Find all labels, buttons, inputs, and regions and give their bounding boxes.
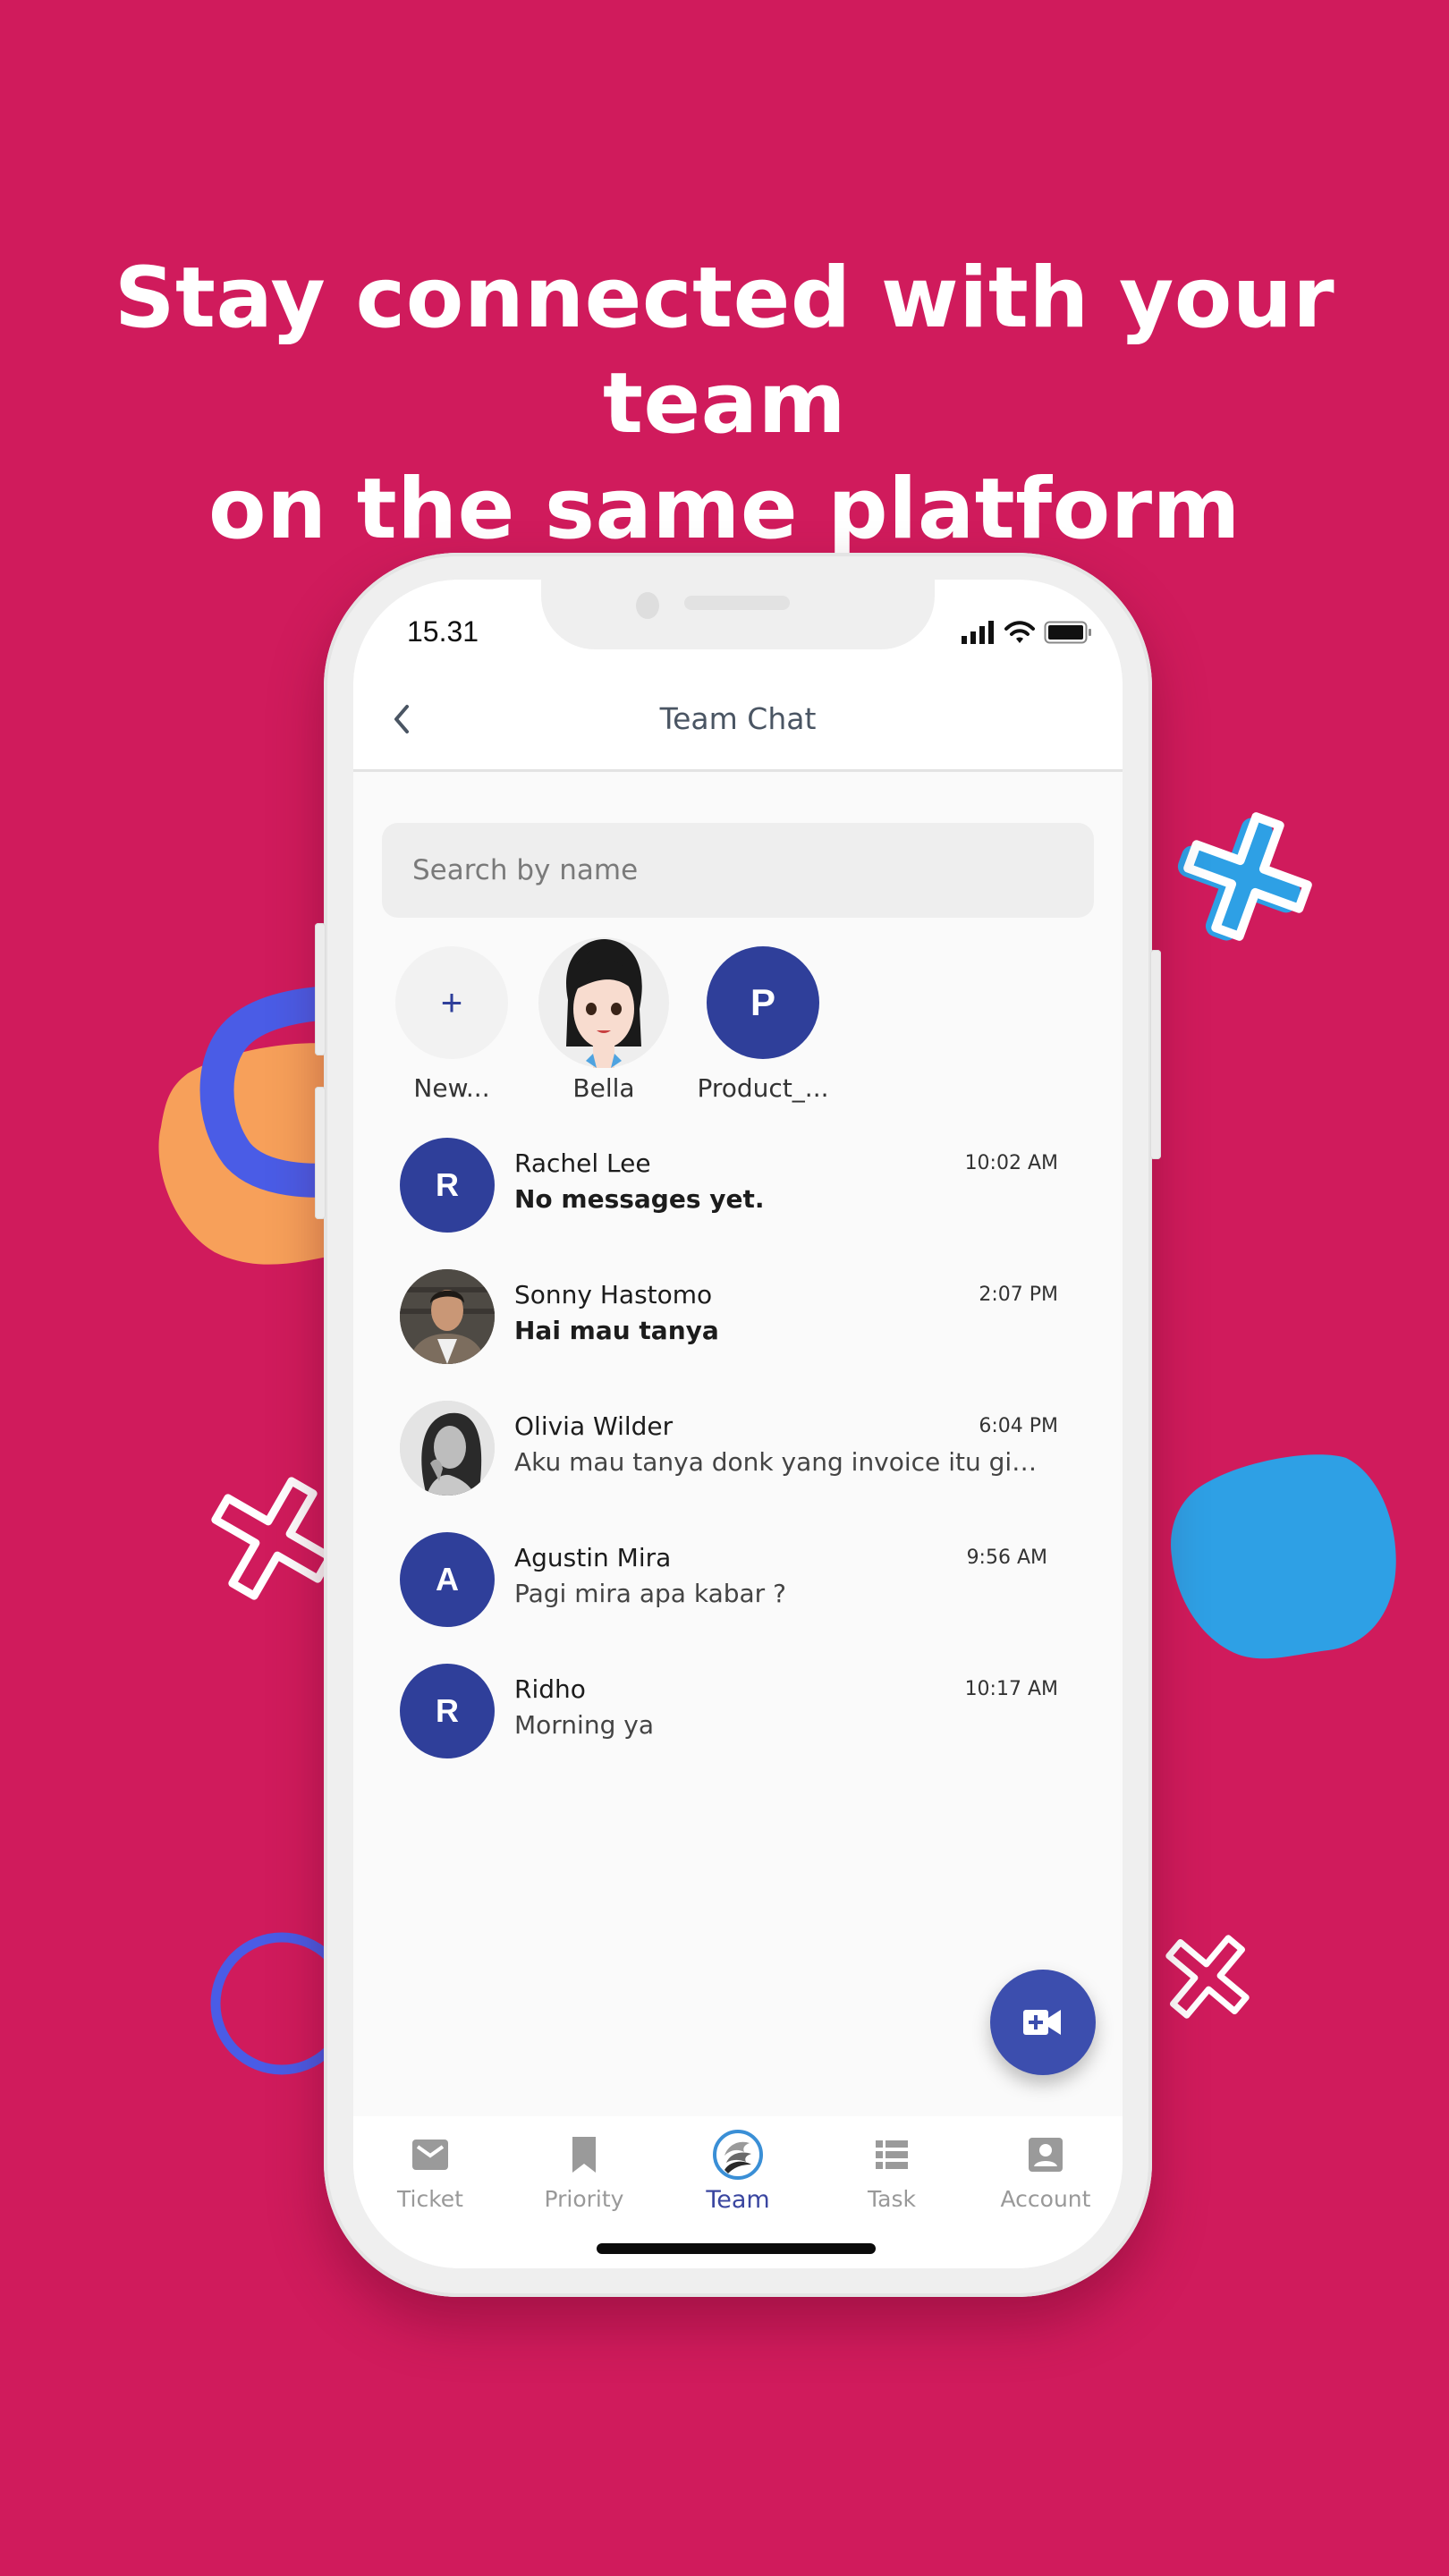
blue-plus-decoration [1177,812,1312,941]
avatar [400,1401,495,1496]
chat-preview: Pagi mira apa kabar ? [514,1579,786,1608]
chat-item[interactable]: A Agustin Mira Pagi mira apa kabar ? 9:5… [353,1521,1123,1653]
chat-name: Sonny Hastomo [514,1280,713,1309]
bookmark-icon [572,2137,596,2173]
chat-preview: Hai mau tanya [514,1316,719,1345]
chat-name: Agustin Mira [514,1543,672,1572]
search-input[interactable] [382,823,1094,918]
story-label: Product_... [697,1073,829,1103]
story-product[interactable]: P Product_... [691,946,835,1103]
list-icon [876,2140,908,2169]
chat-name: Olivia Wilder [514,1411,674,1441]
nav-item-ticket[interactable]: Ticket [353,2129,507,2212]
nav-label: Account [1000,2186,1091,2212]
earpiece-speaker [684,596,790,610]
chat-item[interactable]: R Ridho Morning ya 10:17 AM [353,1653,1123,1784]
new-video-call-button[interactable] [990,1970,1096,2075]
back-button[interactable] [391,696,427,741]
nav-label: Task [868,2186,916,2212]
story-label: Bella [572,1073,635,1103]
chat-item[interactable]: Olivia Wilder Aku mau tanya donk yang in… [353,1390,1123,1521]
chat-name: Ridho [514,1674,586,1704]
add-story-button[interactable]: + [395,946,508,1059]
chat-preview: Aku mau tanya donk yang invoice itu gima… [514,1447,1060,1477]
white-cross-right-decoration [1165,1935,1250,2019]
front-camera [636,592,659,619]
chevron-left-icon [394,705,409,733]
home-indicator [597,2243,876,2254]
chat-time: 10:17 AM [964,1678,1058,1700]
battery-icon [1044,621,1091,644]
woman-photo-avatar-icon [400,1401,495,1496]
phone-power-button [1150,950,1161,1159]
chat-item[interactable]: R Rachel Lee No messages yet. 10:02 AM [353,1127,1123,1258]
nav-item-account[interactable]: Account [969,2129,1123,2212]
phone-screen: 15.31 Team Chat Search by name + New... … [353,580,1123,2268]
avatar: R [400,1664,495,1758]
chat-time: 10:02 AM [964,1152,1058,1174]
phone-notch [541,580,935,649]
avatar: R [400,1138,495,1233]
nav-label: Ticket [397,2186,463,2212]
nav-label: Team [706,2186,770,2214]
man-photo-avatar-icon [400,1269,495,1364]
status-icons [962,621,1092,644]
account-box-icon [1029,2138,1063,2172]
chat-time: 2:07 PM [979,1284,1058,1306]
plus-icon: + [440,981,463,1023]
nav-label: Priority [544,2186,624,2212]
avatar: A [400,1532,495,1627]
status-time: 15.31 [407,615,479,648]
chat-list: R Rachel Lee No messages yet. 10:02 AM S… [353,1127,1123,1784]
marketing-headline: Stay connected with your team on the sam… [0,246,1449,563]
chat-name: Rachel Lee [514,1148,651,1178]
avatar: P [707,946,819,1059]
signal-icon [962,621,994,644]
avatar-initial: A [436,1561,459,1597]
wifi-icon [1004,621,1035,643]
cartoon-girl-avatar-icon [566,939,642,1068]
nav-item-task[interactable]: Task [815,2129,969,2212]
chat-preview: No messages yet. [514,1184,765,1214]
headline-line-1: Stay connected with your team [114,250,1335,453]
chat-preview: Morning ya [514,1710,654,1740]
chat-item[interactable]: Sonny Hastomo Hai mau tanya 2:07 PM [353,1258,1123,1390]
avatar [538,937,669,1068]
avatar [400,1269,495,1364]
nav-item-team[interactable]: Team [661,2129,815,2214]
page-title: Team Chat [659,701,817,736]
phone-volume-up-button [315,923,326,1055]
blue-blob-decoration [1171,1454,1396,1659]
app-bar: Team Chat [353,669,1123,772]
story-bella[interactable]: Bella [532,937,675,1103]
dolphin-logo-icon [713,2130,763,2180]
mail-icon [412,2140,448,2170]
story-new[interactable]: + New... [380,946,523,1103]
video-call-add-icon [1023,2010,1061,2035]
headline-line-2: on the same platform [208,461,1241,558]
phone-volume-down-button [315,1087,326,1219]
story-label: New... [413,1073,490,1103]
chat-time: 9:56 AM [966,1546,1047,1569]
avatar-initial: R [436,1692,459,1729]
avatar-initial: P [750,981,775,1023]
chat-time: 6:04 PM [979,1415,1058,1437]
avatar-initial: R [436,1166,459,1203]
nav-item-priority[interactable]: Priority [507,2129,661,2212]
